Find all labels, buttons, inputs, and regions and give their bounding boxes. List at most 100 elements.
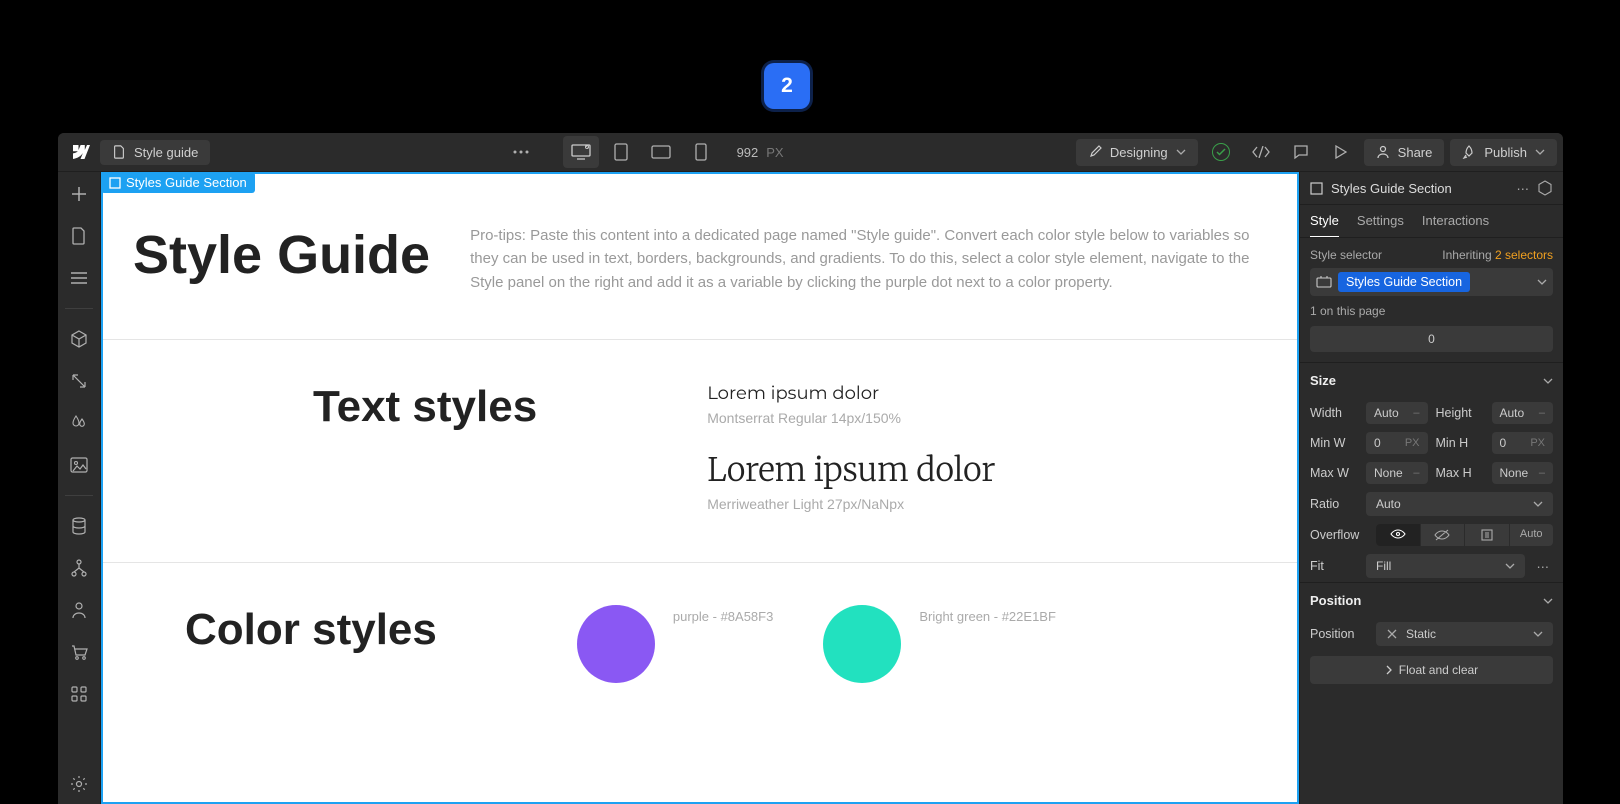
landscape-breakpoint-button[interactable] xyxy=(643,136,679,168)
comment-button[interactable] xyxy=(1284,136,1318,168)
focus-icon[interactable] xyxy=(1537,180,1553,196)
desktop-icon xyxy=(571,144,591,160)
selector-icon xyxy=(1316,275,1332,289)
hero-tip: Pro-tips: Paste this content into a dedi… xyxy=(470,224,1257,294)
width-field[interactable]: Auto– xyxy=(1366,402,1428,424)
maxh-field[interactable]: None– xyxy=(1492,462,1554,484)
assets-button[interactable] xyxy=(67,453,91,477)
float-clear-button[interactable]: Float and clear xyxy=(1310,656,1553,684)
minh-field[interactable]: 0PX xyxy=(1492,432,1554,454)
maxw-field[interactable]: None– xyxy=(1366,462,1428,484)
inheriting-info[interactable]: Inheriting 2 selectors xyxy=(1442,248,1553,262)
overflow-segmented[interactable]: Auto xyxy=(1376,524,1553,546)
share-button[interactable]: Share xyxy=(1364,139,1445,166)
styles-button[interactable] xyxy=(67,411,91,435)
webflow-logo[interactable] xyxy=(64,136,96,168)
gear-icon xyxy=(70,775,88,793)
tab-interactions[interactable]: Interactions xyxy=(1422,213,1489,237)
minw-field[interactable]: 0PX xyxy=(1366,432,1428,454)
spacing-indicator[interactable]: 0 xyxy=(1310,326,1553,352)
image-icon xyxy=(70,457,88,473)
overflow-auto[interactable]: Auto xyxy=(1509,524,1554,546)
settings-button[interactable] xyxy=(67,772,91,796)
step-badge: 2 xyxy=(764,63,810,109)
pages-button[interactable] xyxy=(67,224,91,248)
logic-icon xyxy=(70,559,88,577)
more-icon[interactable] xyxy=(503,136,539,168)
tab-style[interactable]: Style xyxy=(1310,213,1339,237)
rail-divider xyxy=(65,495,93,496)
chevron-down-icon[interactable] xyxy=(1537,279,1547,285)
publish-button[interactable]: Publish xyxy=(1450,139,1557,166)
user-icon xyxy=(1376,145,1390,159)
position-row: Position Static xyxy=(1300,618,1563,650)
brush-icon xyxy=(1088,145,1102,159)
fit-label: Fit xyxy=(1310,559,1358,573)
navigator-button[interactable] xyxy=(67,266,91,290)
play-icon xyxy=(1335,145,1347,159)
preview-button[interactable] xyxy=(1324,136,1358,168)
selection-text: Styles Guide Section xyxy=(126,175,247,190)
check-icon xyxy=(1216,148,1226,156)
rail-divider xyxy=(65,308,93,309)
overflow-label: Overflow xyxy=(1310,528,1368,542)
selection-label[interactable]: Styles Guide Section xyxy=(101,172,255,193)
desktop-breakpoint-button[interactable] xyxy=(563,136,599,168)
status-check[interactable] xyxy=(1204,136,1238,168)
mode-dropdown[interactable]: Designing xyxy=(1076,139,1198,166)
fit-field[interactable]: Fill xyxy=(1366,554,1525,578)
size-row: Max W None– Max H None– xyxy=(1300,458,1563,488)
add-element-button[interactable] xyxy=(67,182,91,206)
eye-icon xyxy=(1390,529,1406,539)
swatch-label: Bright green - #22E1BF xyxy=(919,605,1056,624)
hero-title: Style Guide xyxy=(133,224,430,294)
cms-button[interactable] xyxy=(67,514,91,538)
overflow-scroll[interactable] xyxy=(1464,524,1509,546)
class-tag[interactable]: Styles Guide Section xyxy=(1338,272,1470,292)
apps-icon xyxy=(71,686,87,702)
ecommerce-button[interactable] xyxy=(67,640,91,664)
position-section-head[interactable]: Position xyxy=(1300,582,1563,618)
maxw-label: Max W xyxy=(1310,466,1358,480)
height-field[interactable]: Auto– xyxy=(1492,402,1554,424)
color-swatch: purple - #8A58F3 xyxy=(577,605,773,683)
mobile-icon xyxy=(695,143,707,161)
logic-button[interactable] xyxy=(67,556,91,580)
position-field[interactable]: Static xyxy=(1376,622,1553,646)
viewport-unit: PX xyxy=(766,145,783,160)
instance-count: 1 on this page xyxy=(1300,302,1563,326)
comment-icon xyxy=(1293,144,1309,160)
chevron-down-icon xyxy=(1543,598,1553,604)
chevron-down-icon xyxy=(1505,563,1515,569)
rocket-icon xyxy=(1462,145,1476,159)
canvas[interactable]: Styles Guide Section Style Guide Pro-tip… xyxy=(101,172,1299,804)
panel-header: Styles Guide Section ⋯ xyxy=(1300,172,1563,205)
code-button[interactable] xyxy=(1244,136,1278,168)
tablet-breakpoint-button[interactable] xyxy=(603,136,639,168)
fit-row: Fit Fill ⋯ xyxy=(1300,550,1563,582)
minh-label: Min H xyxy=(1436,436,1484,450)
tab-settings[interactable]: Settings xyxy=(1357,213,1404,237)
ratio-field[interactable]: Auto xyxy=(1366,492,1553,516)
close-icon xyxy=(1386,628,1398,640)
fit-more-icon[interactable]: ⋯ xyxy=(1533,559,1554,574)
left-rail xyxy=(58,172,101,804)
hero-section: Style Guide Pro-tips: Paste this content… xyxy=(103,174,1297,340)
overflow-visible[interactable] xyxy=(1376,524,1420,546)
selector-field[interactable]: Styles Guide Section xyxy=(1310,268,1553,296)
page-selector[interactable]: Style guide xyxy=(100,140,210,165)
size-section-head[interactable]: Size xyxy=(1300,362,1563,398)
plus-icon xyxy=(70,185,88,203)
width-label: Width xyxy=(1310,406,1358,420)
apps-button[interactable] xyxy=(67,682,91,706)
components-button[interactable] xyxy=(67,327,91,351)
variables-button[interactable] xyxy=(67,369,91,393)
publish-label: Publish xyxy=(1484,145,1527,160)
swatch-label: purple - #8A58F3 xyxy=(673,605,773,624)
users-button[interactable] xyxy=(67,598,91,622)
mobile-breakpoint-button[interactable] xyxy=(683,136,719,168)
overflow-hidden[interactable] xyxy=(1420,524,1465,546)
color-swatch: Bright green - #22E1BF xyxy=(823,605,1056,683)
scroll-icon xyxy=(1480,529,1494,541)
more-icon[interactable]: ⋯ xyxy=(1517,181,1530,196)
